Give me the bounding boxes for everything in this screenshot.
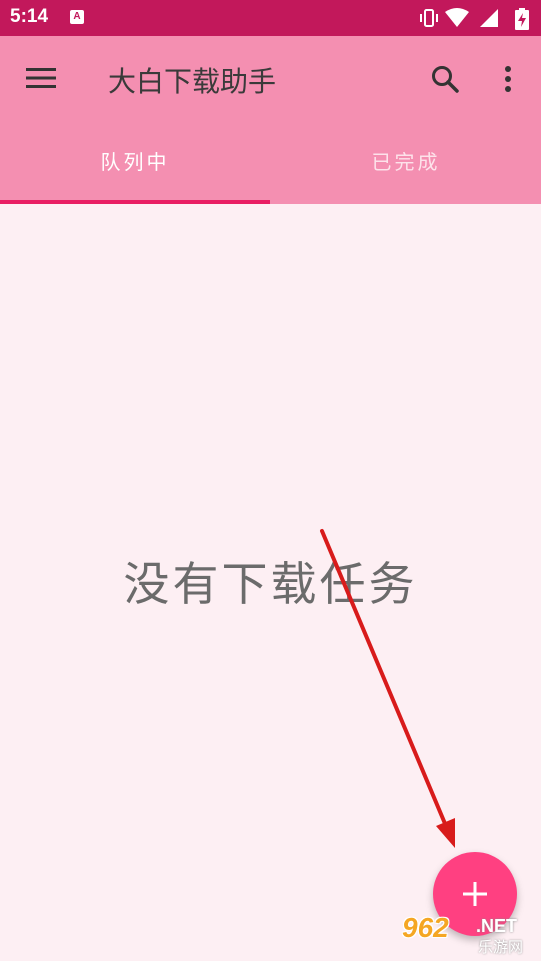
watermark-suffix: .NET xyxy=(476,916,518,936)
app-title: 大白下载助手 xyxy=(108,65,277,98)
signal-icon xyxy=(480,9,498,27)
hamburger-menu-icon[interactable] xyxy=(26,66,58,90)
more-vert-icon[interactable] xyxy=(498,64,518,94)
empty-state-message: 没有下载任务 xyxy=(123,557,418,611)
vibrate-icon xyxy=(420,9,438,27)
battery-charging-icon xyxy=(515,8,529,30)
status-time: 5:14 xyxy=(10,6,49,27)
watermark-site: 乐游网 xyxy=(478,938,524,956)
notification-icon: A xyxy=(70,10,84,24)
app-bar: 大白下载助手 队列中 已完成 xyxy=(0,36,541,204)
search-icon[interactable] xyxy=(430,64,460,94)
watermark-logo: 962 .NET 乐游网 xyxy=(402,912,538,958)
watermark-number: 962 xyxy=(402,912,449,943)
status-bar: 5:14 A xyxy=(0,0,541,36)
plus-icon xyxy=(463,882,487,906)
wifi-icon xyxy=(445,8,469,27)
tab-queue[interactable]: 队列中 xyxy=(0,126,270,202)
tab-completed[interactable]: 已完成 xyxy=(271,126,541,202)
tab-indicator xyxy=(0,200,270,204)
